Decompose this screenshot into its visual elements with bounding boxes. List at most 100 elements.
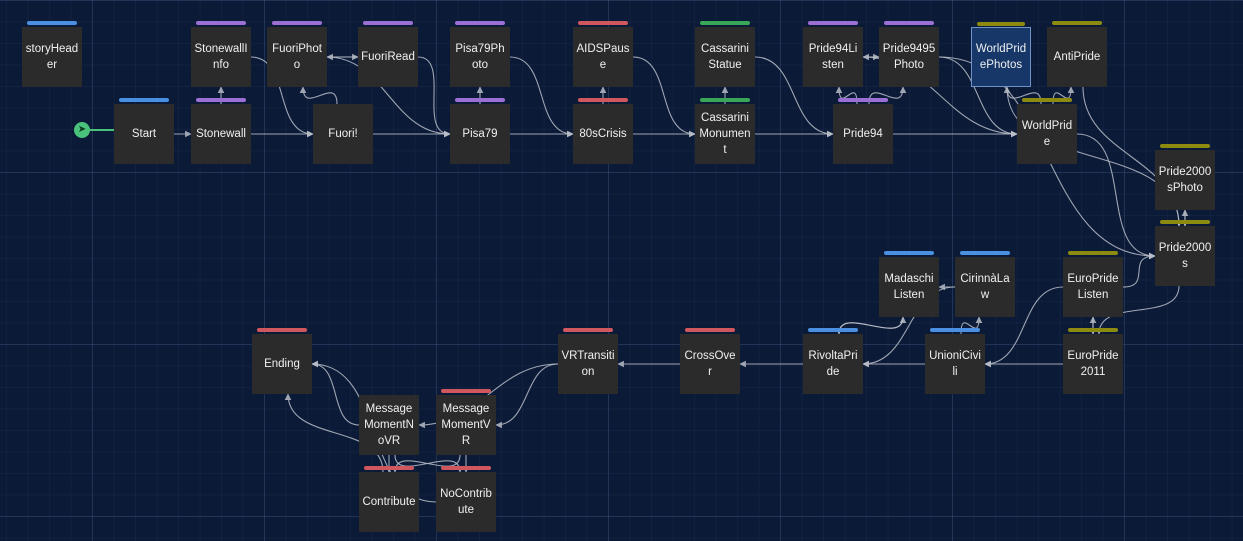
node-label: 80sCrisis [579, 128, 627, 140]
node-tag-bar [1022, 98, 1072, 102]
edge-aidspause-to-cassarinimonument [632, 56, 696, 138]
node-label: EuroPride2011 [1067, 350, 1119, 378]
node-label: WorldPride [1021, 120, 1073, 148]
node-pride2000s[interactable]: Pride2000s [1155, 220, 1215, 286]
node-tag-bar [808, 328, 858, 332]
node-pride94listen[interactable]: Pride94Listen [803, 21, 863, 87]
node-label: EuroPrideListen [1067, 273, 1119, 301]
node-cassarinimonument[interactable]: CassariniMonument [695, 98, 755, 164]
node-label: Pisa79 [462, 128, 498, 140]
node-madaschilisten[interactable]: MadaschiListen [879, 251, 939, 317]
node-tag-bar [257, 328, 307, 332]
node-label: FuoriRead [361, 51, 415, 63]
node-cassarinistatue[interactable]: CassariniStatue [695, 21, 755, 87]
node-label: Pride2000sPhoto [1158, 166, 1212, 194]
node-tag-bar [977, 22, 1025, 26]
node-label: RivoltaPride [808, 350, 858, 378]
node-fuoriread[interactable]: FuoriRead [358, 21, 418, 87]
node-worldpridephotos[interactable]: WorldPridePhotos [971, 22, 1031, 87]
edge-pisa79photo-to-80scrisis [509, 56, 574, 138]
node-tag-bar [930, 328, 980, 332]
node-stonewall[interactable]: Stonewall [191, 98, 251, 164]
node-label: CassariniStatue [701, 43, 749, 71]
node-fuoriphoto[interactable]: FuoriPhoto [267, 21, 327, 87]
node-tag-bar [884, 21, 934, 25]
node-vrtransition[interactable]: VRTransition [558, 328, 618, 394]
node-europride2011[interactable]: EuroPride2011 [1063, 328, 1123, 394]
node-start[interactable]: Start [114, 98, 174, 164]
node-tag-bar [808, 21, 858, 25]
node-tag-bar [27, 21, 77, 25]
node-label: AIDSPause [576, 43, 630, 71]
node-tag-bar [578, 21, 628, 25]
node-label: storyHeader [25, 43, 79, 71]
edge-fuori-to-fuoriphoto [299, 86, 338, 105]
node-label: Stonewall [196, 128, 246, 140]
node-crossover[interactable]: CrossOver [680, 328, 740, 394]
node-tag-bar [196, 98, 246, 102]
node-storyheader[interactable]: storyHeader [22, 21, 82, 87]
node-pride9495photo[interactable]: Pride9495Photo [879, 21, 939, 87]
node-label: Fuori! [328, 128, 358, 140]
node-tag-bar [1160, 144, 1210, 148]
node-tag-bar [884, 251, 934, 255]
node-worldpride[interactable]: WorldPride [1017, 98, 1077, 164]
node-label: Pride9495Photo [882, 43, 936, 71]
node-pride2000sphoto[interactable]: Pride2000sPhoto [1155, 144, 1215, 210]
node-label: Pride94Listen [808, 43, 858, 71]
node-label: Start [131, 128, 157, 140]
node-label: AntiPride [1053, 51, 1101, 63]
node-tag-bar [455, 98, 505, 102]
node-label: CrossOver [684, 350, 736, 378]
node-tag-bar [1160, 220, 1210, 224]
node-label: Contribute [362, 496, 416, 508]
node-rivoltapride[interactable]: RivoltaPride [803, 328, 863, 394]
node-label: CirinnàLaw [960, 273, 1010, 301]
node-tag-bar [272, 21, 322, 25]
edge-vrtransition-to-messagemomentvr [495, 363, 559, 429]
node-label: MadaschiListen [884, 273, 934, 301]
node-label: Ending [264, 358, 300, 370]
node-stonewallinfo[interactable]: StonewallInfo [191, 21, 251, 87]
node-pisa79photo[interactable]: Pisa79Photo [450, 21, 510, 87]
node-label: MessageMomentNoVR [364, 403, 414, 447]
node-tag-bar [578, 98, 628, 102]
node-label: UnioniCivili [929, 350, 981, 378]
node-fuori[interactable]: Fuori! [313, 104, 373, 164]
node-tag-bar [700, 98, 750, 102]
edge-messagemomentnovr-to-ending [311, 360, 360, 426]
edge-worldpride-to-pride2000s [1076, 133, 1156, 260]
node-label: Pride94 [843, 128, 883, 140]
rocket-icon[interactable]: ➤ [74, 122, 90, 138]
node-cirinnàlaw[interactable]: CirinnàLaw [955, 251, 1015, 317]
node-contribute[interactable]: Contribute [359, 466, 419, 532]
node-unionicivili[interactable]: UnioniCivili [925, 328, 985, 394]
node-tag-bar [960, 251, 1010, 255]
node-tag-bar [685, 328, 735, 332]
node-aidspause[interactable]: AIDSPause [573, 21, 633, 87]
node-pride94[interactable]: Pride94 [833, 98, 893, 164]
node-tag-bar [1068, 251, 1118, 255]
node-ending[interactable]: Ending [252, 328, 312, 394]
edge-fuoriread-to-pisa79 [417, 56, 451, 138]
node-graph-canvas[interactable]: ➤ storyHeader StonewallInfo FuoriPhoto Fuor… [0, 0, 1243, 541]
node-label: VRTransition [561, 350, 615, 378]
node-label: NoContribute [440, 488, 492, 516]
node-tag-bar [196, 21, 246, 25]
node-tag-bar [838, 98, 888, 102]
node-nocontribute[interactable]: NoContribute [436, 466, 496, 532]
node-tag-bar [563, 328, 613, 332]
node-label: FuoriPhoto [272, 43, 322, 71]
node-pisa79[interactable]: Pisa79 [450, 98, 510, 164]
node-tag-bar [441, 389, 491, 393]
node-label: Pride2000s [1158, 242, 1212, 270]
node-antipride[interactable]: AntiPride [1047, 21, 1107, 87]
node-label: StonewallInfo [194, 43, 248, 71]
node-messagemomentnovr[interactable]: MessageMomentNoVR [359, 395, 419, 455]
node-messagemomentvr[interactable]: MessageMomentVR [436, 389, 496, 455]
node-tag-bar [363, 21, 413, 25]
node-europridelisten[interactable]: EuroPrideListen [1063, 251, 1123, 317]
node-label: Pisa79Photo [455, 43, 505, 71]
node-80scrisis[interactable]: 80sCrisis [573, 98, 633, 164]
node-tag-bar [1068, 328, 1118, 332]
